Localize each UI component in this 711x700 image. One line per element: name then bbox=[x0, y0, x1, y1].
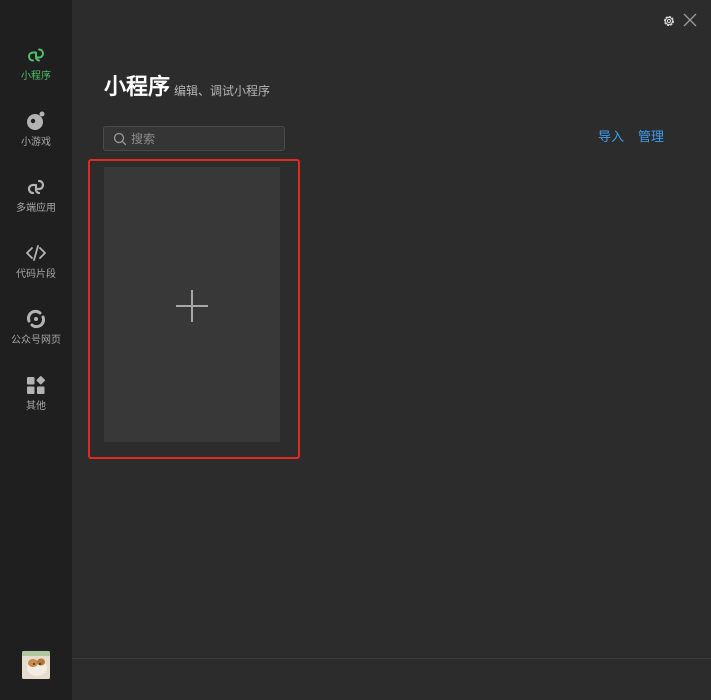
webpage-icon bbox=[27, 309, 45, 329]
manage-link[interactable]: 管理 bbox=[638, 130, 664, 146]
add-project-card[interactable] bbox=[104, 167, 280, 442]
close-button[interactable] bbox=[682, 12, 698, 32]
grid-icon bbox=[27, 376, 45, 394]
miniprogram-icon bbox=[27, 48, 45, 62]
sidebar-item-label: 小游戏 bbox=[21, 137, 51, 148]
user-avatar-image bbox=[22, 651, 50, 679]
plus-icon bbox=[176, 290, 208, 322]
page-title: 小程序 bbox=[104, 75, 171, 100]
main-panel: 小程序 编辑、调试小程序 导入 管理 bbox=[72, 0, 711, 700]
gear-icon bbox=[663, 15, 675, 27]
sidebar-item-minigame[interactable]: 小游戏 bbox=[0, 110, 72, 160]
sidebar-item-code[interactable]: 代码片段 bbox=[0, 242, 72, 292]
search-icon bbox=[113, 132, 127, 146]
avatar[interactable] bbox=[22, 651, 50, 679]
divider bbox=[72, 658, 711, 659]
search-input[interactable] bbox=[131, 129, 281, 148]
code-icon bbox=[26, 245, 46, 261]
close-icon bbox=[683, 13, 697, 27]
sidebar-item-webpage[interactable]: 公众号网页 bbox=[0, 308, 72, 358]
sidebar-item-label: 公众号网页 bbox=[11, 335, 61, 346]
multiplatform-icon bbox=[27, 179, 45, 195]
minigame-icon bbox=[27, 111, 45, 130]
sidebar: 小程序 小游戏 多端应用 代码片段 公众号网页 其他 bbox=[0, 0, 72, 700]
search-box[interactable] bbox=[103, 126, 285, 151]
settings-button[interactable] bbox=[662, 13, 676, 32]
sidebar-item-label: 多端应用 bbox=[16, 203, 56, 214]
page-subtitle: 编辑、调试小程序 bbox=[174, 84, 271, 98]
sidebar-item-multiplatform[interactable]: 多端应用 bbox=[0, 176, 72, 226]
sidebar-item-label: 小程序 bbox=[21, 71, 51, 82]
sidebar-item-other[interactable]: 其他 bbox=[0, 374, 72, 424]
import-link[interactable]: 导入 bbox=[598, 130, 624, 146]
sidebar-item-label: 其他 bbox=[26, 401, 46, 412]
sidebar-item-miniprogram[interactable]: 小程序 bbox=[0, 44, 72, 94]
sidebar-item-label: 代码片段 bbox=[16, 269, 56, 280]
